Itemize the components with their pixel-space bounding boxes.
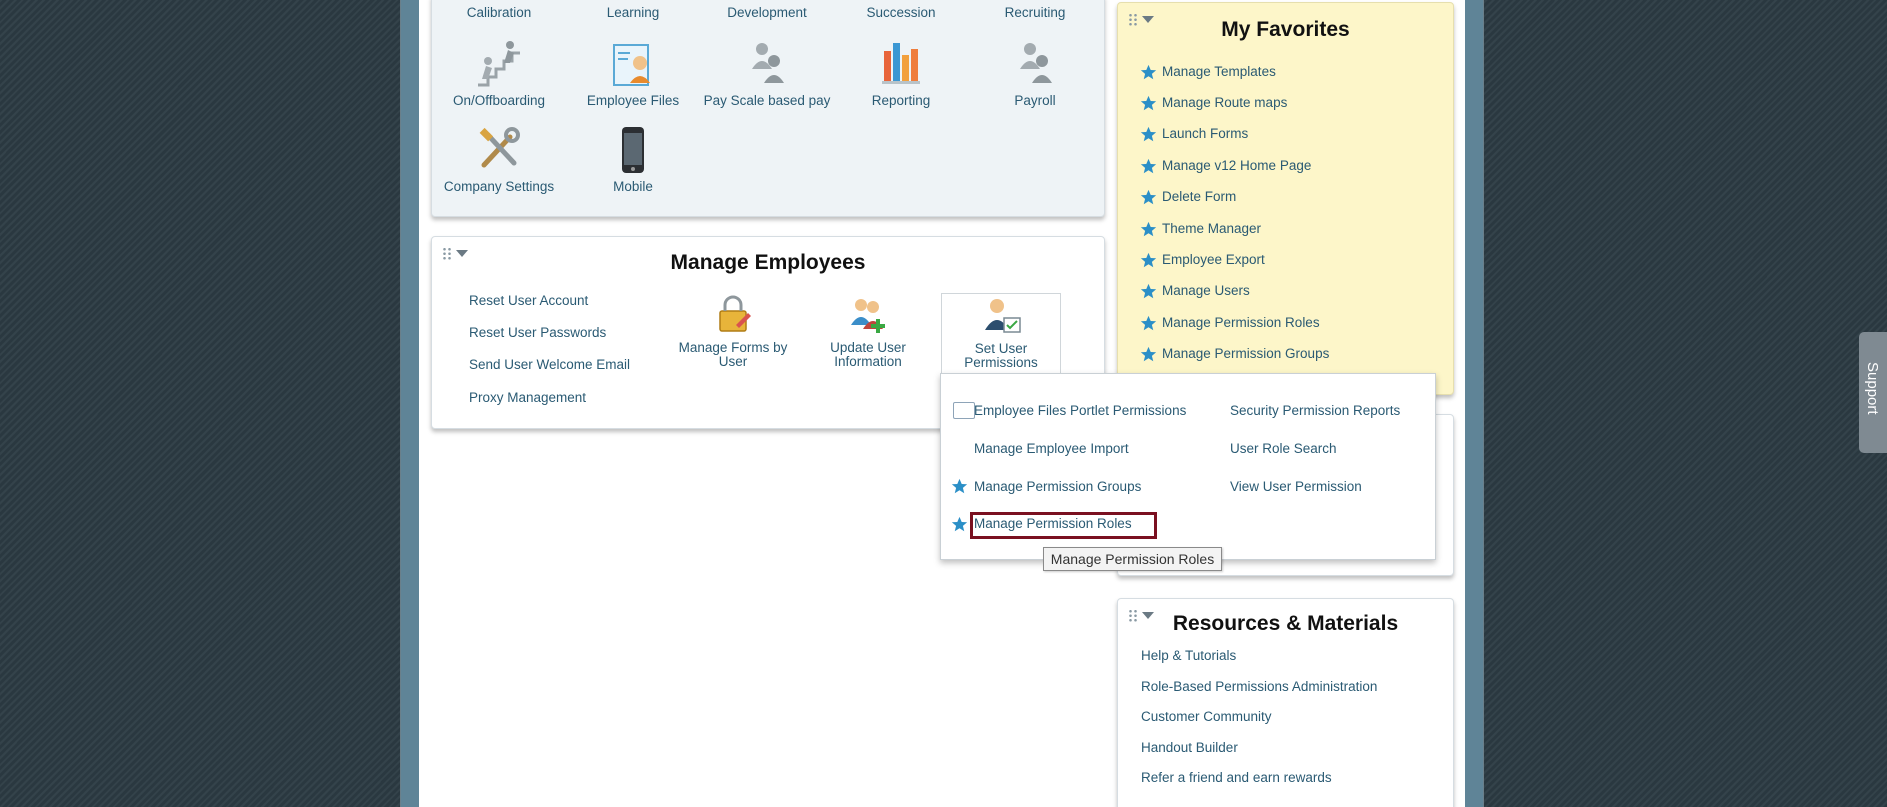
tile-succession[interactable]: Succession	[834, 5, 968, 20]
manage-permission-roles-link[interactable]: Manage Permission Roles	[974, 516, 1132, 531]
tile-pay-scale[interactable]: Pay Scale based pay	[700, 39, 834, 108]
send-user-welcome-email-link[interactable]: Send User Welcome Email	[469, 357, 630, 372]
tools-wrench-icon	[479, 127, 520, 168]
manage-employees-title: Manage Employees	[670, 251, 866, 274]
user-role-search-link[interactable]: User Role Search	[1230, 441, 1337, 456]
favorite-star-icon[interactable]	[1140, 64, 1157, 81]
favorite-star-icon[interactable]	[1140, 221, 1157, 238]
resources-materials-portlet: Resources & Materials Help & Tutorials R…	[1117, 598, 1454, 807]
add-users-icon	[851, 299, 885, 333]
view-user-permission-link[interactable]: View User Permission	[1230, 479, 1362, 494]
admin-tools-portlet: Calibration Learning Development Success…	[431, 0, 1105, 217]
focus-checkbox[interactable]	[953, 402, 975, 419]
update-user-information-tile[interactable]: Update User Information	[808, 295, 928, 369]
set-user-permissions-tile[interactable]: Set User Permissions	[941, 293, 1061, 381]
page-gutter-right	[1465, 0, 1483, 807]
favorite-star-icon[interactable]	[1140, 283, 1157, 300]
favorite-star-icon[interactable]	[1140, 315, 1157, 332]
proxy-management-link[interactable]: Proxy Management	[469, 390, 586, 405]
reporting-bar-chart-icon	[882, 43, 920, 84]
tile-reporting[interactable]: Reporting	[834, 39, 968, 108]
resources-materials-title: Resources & Materials	[1172, 612, 1399, 635]
support-label: Support	[1864, 362, 1881, 415]
tile-payroll[interactable]: Payroll	[968, 39, 1102, 108]
tile-learning[interactable]: Learning	[566, 5, 700, 20]
reset-user-account-link[interactable]: Reset User Account	[469, 293, 588, 308]
favorite-star-icon[interactable]	[1140, 158, 1157, 175]
manage-employee-import-link[interactable]: Manage Employee Import	[974, 441, 1129, 456]
help-tutorials-link[interactable]: Help & Tutorials	[1141, 648, 1236, 663]
pay-scale-people-icon	[752, 43, 784, 83]
tile-mobile[interactable]: Mobile	[566, 125, 700, 194]
favorite-star-icon[interactable]	[1140, 252, 1157, 269]
favorite-star-icon[interactable]	[1140, 189, 1157, 206]
tile-recruiting[interactable]: Recruiting	[968, 5, 1102, 20]
customer-community-link[interactable]: Customer Community	[1141, 709, 1272, 724]
reset-user-passwords-link[interactable]: Reset User Passwords	[469, 325, 606, 340]
favorite-star-icon[interactable]	[951, 478, 968, 495]
link-tooltip: Manage Permission Roles	[1043, 547, 1222, 571]
tile-development[interactable]: Development	[700, 5, 834, 20]
employee-files-portlet-permissions-link[interactable]: Employee Files Portlet Permissions	[974, 403, 1186, 418]
tile-employee-files[interactable]: Employee Files	[566, 39, 700, 108]
manage-forms-by-user-tile[interactable]: Manage Forms by User	[673, 295, 793, 369]
favorite-star-icon[interactable]	[1140, 346, 1157, 363]
security-permission-reports-link[interactable]: Security Permission Reports	[1230, 403, 1400, 418]
handout-builder-link[interactable]: Handout Builder	[1141, 740, 1238, 755]
favorite-star-icon[interactable]	[951, 516, 968, 533]
tile-onoffboarding[interactable]: On/Offboarding	[432, 39, 566, 108]
support-tab[interactable]: Support	[1859, 332, 1887, 453]
my-favorites-portlet: My Favorites Manage Templates Manage Rou…	[1117, 2, 1454, 395]
manage-permission-groups-link[interactable]: Manage Permission Groups	[974, 479, 1141, 494]
form-lock-icon	[719, 295, 751, 332]
my-favorites-title: My Favorites	[1221, 18, 1350, 41]
user-permissions-icon	[985, 299, 1021, 333]
tile-company-settings[interactable]: Company Settings	[432, 125, 566, 194]
tile-calibration[interactable]: Calibration	[432, 5, 566, 20]
rbp-administration-link[interactable]: Role-Based Permissions Administration	[1141, 679, 1377, 694]
onboarding-stairs-icon	[478, 41, 520, 87]
refer-a-friend-link[interactable]: Refer a friend and earn rewards	[1141, 770, 1332, 785]
employee-files-icon	[613, 44, 650, 86]
page-gutter-left	[401, 0, 419, 807]
favorite-star-icon[interactable]	[1140, 95, 1157, 112]
permissions-dropdown-menu: Employee Files Portlet Permissions Manag…	[940, 373, 1436, 560]
favorite-star-icon[interactable]	[1140, 126, 1157, 143]
payroll-people-icon	[1020, 43, 1052, 83]
mobile-phone-icon	[622, 127, 644, 173]
